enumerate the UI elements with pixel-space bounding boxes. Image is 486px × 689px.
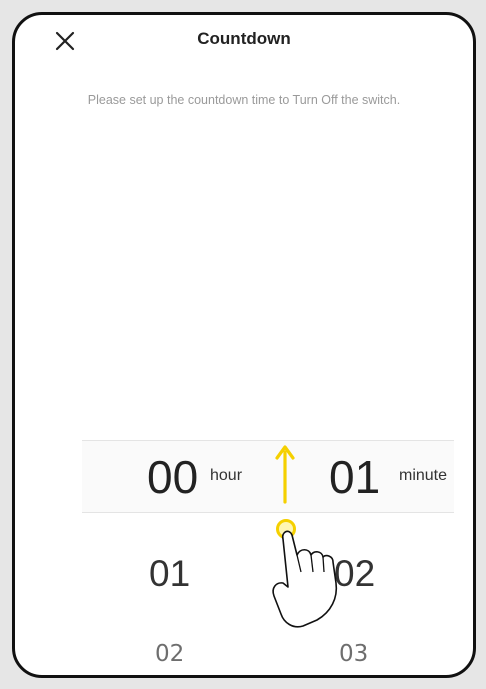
page-title: Countdown — [197, 29, 291, 48]
hour-selected-value[interactable]: 00 — [147, 450, 198, 504]
instruction-text: Please set up the countdown time to Turn… — [87, 93, 401, 107]
phone-frame: Countdown Please set up the countdown ti… — [12, 12, 476, 678]
minute-option-1[interactable]: 02 — [334, 553, 375, 595]
hour-unit-label: hour — [210, 467, 243, 484]
countdown-picker[interactable]: 00 hour 01 minute 01 02 02 03 — [82, 440, 454, 675]
minute-option-2[interactable]: 03 — [339, 641, 368, 667]
hour-option-2[interactable]: 02 — [155, 641, 184, 667]
minute-selected-value[interactable]: 01 — [329, 450, 380, 504]
minute-unit-label: minute — [399, 467, 448, 484]
hour-option-1[interactable]: 01 — [149, 553, 190, 595]
